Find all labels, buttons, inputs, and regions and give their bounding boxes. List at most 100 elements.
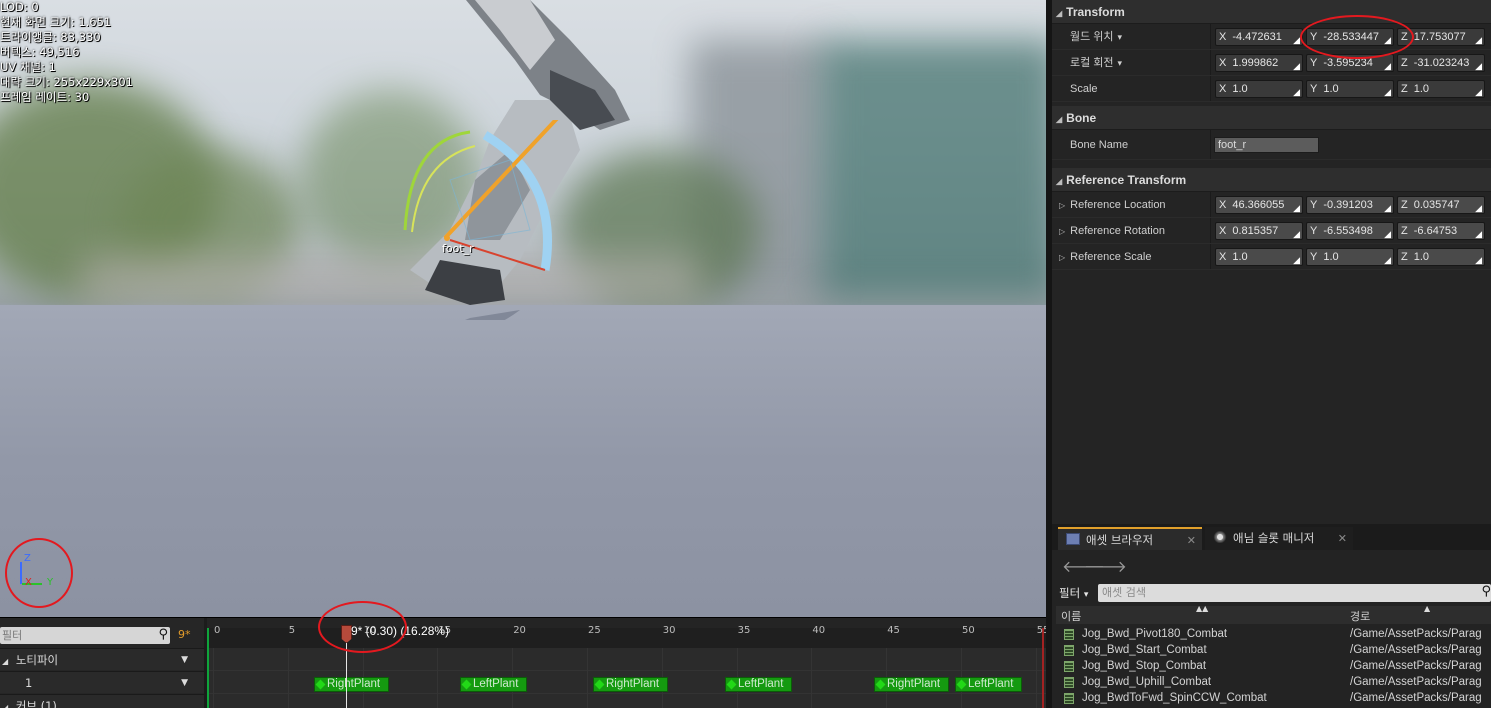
search-icon[interactable]: ⚲ — [158, 626, 168, 643]
timeline-tracks[interactable]: 0 5 10 15 20 25 30 35 40 45 50 55 RightPlant LeftPla… — [207, 601, 1050, 708]
dropdown-arrow-icon[interactable]: ▾ — [1118, 32, 1123, 42]
z-value: 1.0 — [1413, 251, 1430, 263]
time-ruler[interactable] — [207, 628, 1046, 648]
collapse-triangle-icon[interactable]: ◢ — [1056, 108, 1062, 132]
axis-letter: Z — [1401, 31, 1408, 43]
track-separator — [207, 670, 1046, 671]
column-splitter[interactable] — [1210, 24, 1211, 49]
prop-local-rotation: 로컬 회전 ▾ X 1.999862 ◢ Y -3.595234 ◢ Z -31.02324… — [1052, 50, 1491, 76]
track-notifies[interactable]: ◢ 노티파이 ▼ — [0, 648, 204, 670]
category-title: Bone — [1066, 111, 1097, 125]
prop-label[interactable]: 로컬 회전 ▾ — [1070, 50, 1122, 76]
column-header-name[interactable]: 이름 — [1061, 606, 1081, 628]
notify-marker[interactable]: RightPlant — [314, 677, 390, 692]
x-field[interactable]: X 1.0 ◢ — [1215, 80, 1303, 98]
column-splitter[interactable] — [1210, 244, 1211, 269]
expand-arrow-icon[interactable]: ▷ — [1059, 227, 1065, 236]
notify-marker[interactable]: LeftPlant — [460, 677, 528, 692]
tab-anim-slot-manager[interactable]: 애님 슬롯 매니저 ✕ — [1205, 527, 1353, 550]
list-item[interactable]: Jog_Bwd_Pivot180_Combat /Game/AssetPacks… — [1056, 626, 1491, 642]
column-splitter[interactable] — [1210, 130, 1211, 159]
z-field[interactable]: Z -31.023243 ◢ — [1397, 54, 1485, 72]
prop-label-text: 로컬 회전 — [1070, 57, 1114, 69]
search-icon[interactable]: ⚲ — [1481, 583, 1491, 601]
x-field[interactable]: X -4.472631 ◢ — [1215, 28, 1303, 46]
prop-label[interactable]: ▷ Reference Location — [1059, 192, 1166, 219]
prop-label-text: Reference Location — [1070, 199, 1166, 211]
z-field[interactable]: Z 0.035747 ◢ — [1397, 196, 1485, 214]
spin-arrow-icon: ◢ — [1475, 87, 1482, 97]
z-field[interactable]: Z 1.0 ◢ — [1397, 80, 1485, 98]
y-field[interactable]: Y -0.391203 ◢ — [1306, 196, 1394, 214]
chevron-down-icon[interactable]: ▼ — [181, 672, 188, 694]
close-icon[interactable]: ✕ — [1338, 527, 1347, 550]
column-header-path[interactable]: 경로 — [1350, 606, 1370, 628]
current-frame-label: 9* — [178, 628, 191, 641]
prop-label[interactable]: ▷ Reference Rotation — [1059, 218, 1165, 245]
stat-frame-rate: 프레임 레이트: 30 — [0, 90, 90, 104]
list-item[interactable]: Jog_Bwd_Uphill_Combat /Game/AssetPacks/P… — [1056, 674, 1491, 690]
axis-letter: X — [1219, 251, 1227, 263]
category-bone[interactable]: ◢ Bone — [1052, 106, 1491, 130]
dropdown-arrow-icon[interactable]: ▾ — [1118, 58, 1123, 68]
expand-arrow-icon[interactable]: ▷ — [1059, 201, 1065, 210]
list-item[interactable]: Jog_BwdToFwd_SpinCCW_Combat /Game/AssetP… — [1056, 690, 1491, 706]
collapse-triangle-icon[interactable]: ◢ — [1056, 170, 1062, 194]
bone-name-field[interactable]: foot_r — [1214, 137, 1319, 153]
track-notify-1[interactable]: 1 ▼ — [0, 671, 204, 693]
y-field[interactable]: Y -3.595234 ◢ — [1306, 54, 1394, 72]
column-splitter[interactable] — [1210, 50, 1211, 75]
x-field[interactable]: X 0.815357 ◢ — [1215, 222, 1303, 240]
rotation-gizmo[interactable] — [390, 120, 560, 280]
axis-x-label: X — [25, 577, 32, 588]
asset-search-input[interactable]: 애셋 검색 ⚲ — [1098, 584, 1491, 602]
y-field[interactable]: Y 1.0 ◢ — [1306, 248, 1394, 266]
y-value: -6.553498 — [1323, 225, 1373, 237]
track-curves[interactable]: ◢ 커브 (1) — [0, 694, 204, 708]
notify-label: RightPlant — [887, 678, 941, 690]
chevron-down-icon[interactable]: ▼ — [181, 649, 188, 671]
track-label: 커브 (1) — [15, 699, 57, 708]
notify-marker[interactable]: RightPlant — [874, 677, 950, 692]
asset-browser-panel: 애셋 브라우저 ✕ 애님 슬롯 매니저 ✕ 🡐 🡒 필터 ▾ 애셋 검색 ⚲ 이… — [1052, 524, 1491, 708]
axis-letter: Z — [1401, 225, 1408, 237]
x-field[interactable]: X 1.0 ◢ — [1215, 248, 1303, 266]
notify-marker[interactable]: LeftPlant — [955, 677, 1023, 692]
expand-arrow-icon[interactable]: ▷ — [1059, 253, 1065, 262]
list-item[interactable]: Jog_Bwd_Stop_Combat /Game/AssetPacks/Par… — [1056, 658, 1491, 674]
forward-arrow-icon[interactable]: 🡒 — [1084, 556, 1127, 576]
z-field[interactable]: Z 17.753077 ◢ — [1397, 28, 1485, 46]
close-icon[interactable]: ✕ — [1187, 529, 1196, 552]
z-field[interactable]: Z -6.64753 ◢ — [1397, 222, 1485, 240]
y-field[interactable]: Y 1.0 ◢ — [1306, 80, 1394, 98]
z-field[interactable]: Z 1.0 ◢ — [1397, 248, 1485, 266]
x-field[interactable]: X 1.999862 ◢ — [1215, 54, 1303, 72]
list-item[interactable]: Jog_Bwd_Start_Combat /Game/AssetPacks/Pa… — [1056, 642, 1491, 658]
filter-dropdown[interactable]: 필터 ▾ — [1059, 585, 1088, 601]
x-field[interactable]: X 46.366055 ◢ — [1215, 196, 1303, 214]
track-label: 노티파이 — [15, 653, 59, 667]
track-filter-input[interactable]: 필터 ⚲ — [0, 627, 170, 644]
collapse-triangle-icon[interactable]: ◢ — [1056, 2, 1062, 26]
category-transform[interactable]: ◢ Transform — [1052, 0, 1491, 24]
asset-name: Jog_Bwd_Start_Combat — [1082, 644, 1207, 656]
prop-label[interactable]: ▷ Reference Scale — [1059, 244, 1151, 271]
expand-triangle-icon[interactable]: ◢ — [2, 703, 8, 708]
prop-label[interactable]: 월드 위치 ▾ — [1070, 24, 1122, 50]
column-splitter[interactable] — [1210, 218, 1211, 243]
column-splitter[interactable] — [1210, 192, 1211, 217]
viewport[interactable]: foot_r LOD: 0 현재 화면 크기: 1.651 트라이앵글: 83,… — [0, 0, 1046, 617]
panel-divider[interactable] — [1046, 0, 1052, 708]
expand-triangle-icon[interactable]: ◢ — [2, 657, 8, 666]
category-reference-transform[interactable]: ◢ Reference Transform — [1052, 168, 1491, 192]
spin-arrow-icon: ◢ — [1293, 203, 1300, 213]
asset-browser-icon — [1066, 533, 1080, 545]
nav-row: 🡐 🡒 — [1052, 550, 1491, 582]
column-splitter[interactable] — [1210, 76, 1211, 101]
notify-marker[interactable]: RightPlant — [593, 677, 669, 692]
y-field[interactable]: Y -28.533447 ◢ — [1306, 28, 1394, 46]
tab-asset-browser[interactable]: 애셋 브라우저 ✕ — [1058, 527, 1202, 550]
notify-marker[interactable]: LeftPlant — [725, 677, 793, 692]
notify-label: LeftPlant — [738, 678, 784, 690]
y-field[interactable]: Y -6.553498 ◢ — [1306, 222, 1394, 240]
